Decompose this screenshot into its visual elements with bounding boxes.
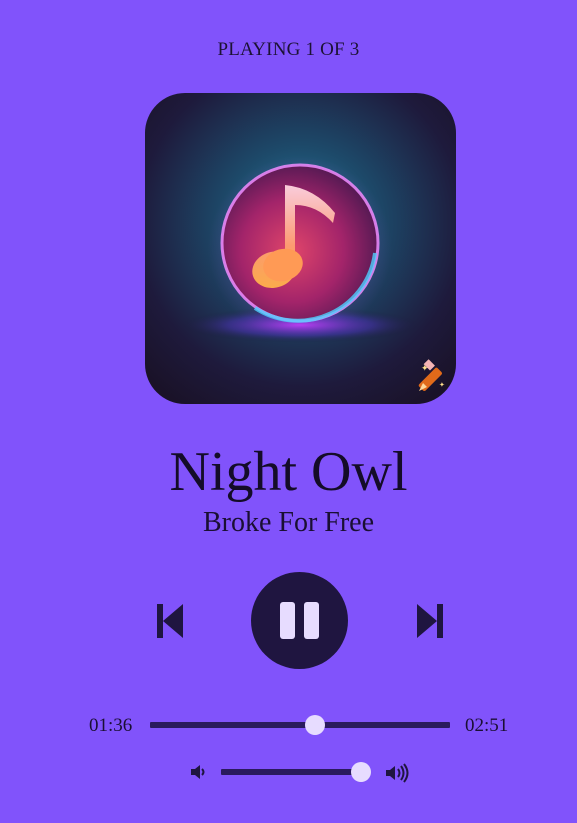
volume-handle[interactable] [351,762,372,782]
seek-handle[interactable] [305,715,325,735]
album-artwork: ✦ ✦ [145,93,456,404]
previous-track-button[interactable] [155,602,185,640]
track-artist: Broke For Free [202,507,375,538]
volume-high-icon[interactable] [385,763,411,783]
volume-low-icon[interactable] [190,763,208,781]
track-title: Night Owl [169,441,408,503]
pause-icon [280,602,319,639]
seek-bar[interactable] [150,715,450,735]
track-duration: 02:51 [465,715,509,736]
next-track-button[interactable] [415,602,445,640]
current-time: 01:36 [89,715,133,736]
playing-status: PLAYING 1 OF 3 [217,39,360,60]
skip-next-icon [417,604,443,638]
volume-slider[interactable] [221,762,372,782]
svg-text:✦: ✦ [421,363,429,373]
svg-text:✦: ✦ [439,381,445,389]
pause-button[interactable] [251,572,348,669]
music-note-icon: ✦ ✦ [145,93,456,404]
skip-previous-icon [157,604,183,638]
